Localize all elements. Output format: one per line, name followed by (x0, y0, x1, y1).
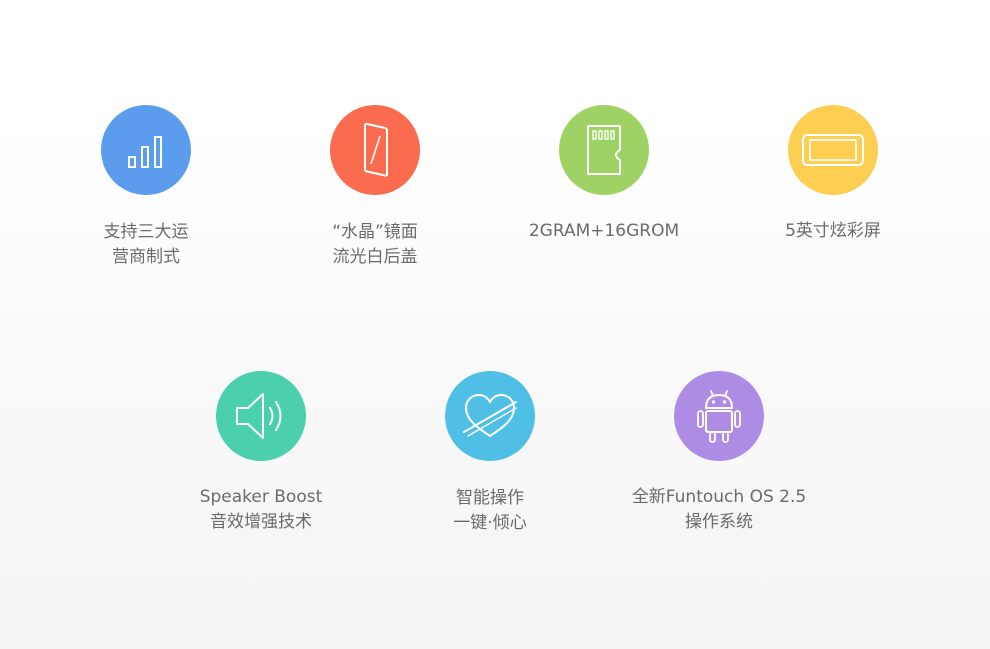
feature-icon-circle (101, 105, 191, 195)
feature-label-line: 支持三大运 (103, 222, 189, 242)
feature-funtouch-os: 全新Funtouch OS 2.5 操作系统 (609, 371, 829, 535)
feature-label-line: 智能操作 (456, 488, 524, 508)
signal-bars-icon (128, 136, 162, 168)
feature-icon-circle (788, 105, 878, 195)
android-robot-icon (697, 390, 741, 443)
feature-memory: 2GRAM+16GROM (494, 105, 714, 244)
feature-label-line: 操作系统 (685, 512, 753, 532)
feature-label: 智能操作 一键·倾心 (380, 486, 600, 536)
feature-label-line: 营商制式 (112, 247, 180, 267)
feature-crystal-back: “水晶”镜面 流光白后盖 (265, 105, 485, 270)
feature-label-line: 流光白后盖 (332, 247, 418, 267)
screen-landscape-icon (802, 134, 864, 166)
feature-screen: 5英寸炫彩屏 (723, 105, 943, 244)
feature-icon-circle (216, 371, 306, 461)
feature-speaker-boost: Speaker Boost 音效增强技术 (151, 371, 371, 535)
feature-label: 5英寸炫彩屏 (723, 219, 943, 244)
feature-smart-operation: 智能操作 一键·倾心 (380, 371, 600, 536)
feature-label: “水晶”镜面 流光白后盖 (265, 220, 485, 270)
sd-card-icon (587, 125, 621, 175)
feature-label-line: “水晶”镜面 (332, 222, 418, 242)
feature-label-line: Speaker Boost (199, 487, 323, 507)
feature-label-line: 全新Funtouch OS 2.5 (631, 487, 807, 507)
feature-icon-circle (445, 371, 535, 461)
feature-network-support: 支持三大运 营商制式 (36, 105, 256, 270)
feature-label: 支持三大运 营商制式 (36, 220, 256, 270)
phone-glass-icon (364, 122, 388, 177)
feature-icon-circle (559, 105, 649, 195)
feature-label: 全新Funtouch OS 2.5 操作系统 (609, 485, 829, 535)
feature-label: 2GRAM+16GROM (494, 219, 714, 244)
feature-label-line: 2GRAM+16GROM (528, 221, 680, 241)
feature-label-line: 一键·倾心 (453, 513, 527, 533)
feature-label-line: 5英寸炫彩屏 (785, 221, 881, 241)
feature-label: Speaker Boost 音效增强技术 (151, 485, 371, 535)
heart-crossed-icon (463, 394, 517, 437)
feature-icon-circle (674, 371, 764, 461)
feature-icon-circle (330, 105, 420, 195)
speaker-icon (236, 393, 282, 439)
feature-label-line: 音效增强技术 (210, 512, 312, 532)
